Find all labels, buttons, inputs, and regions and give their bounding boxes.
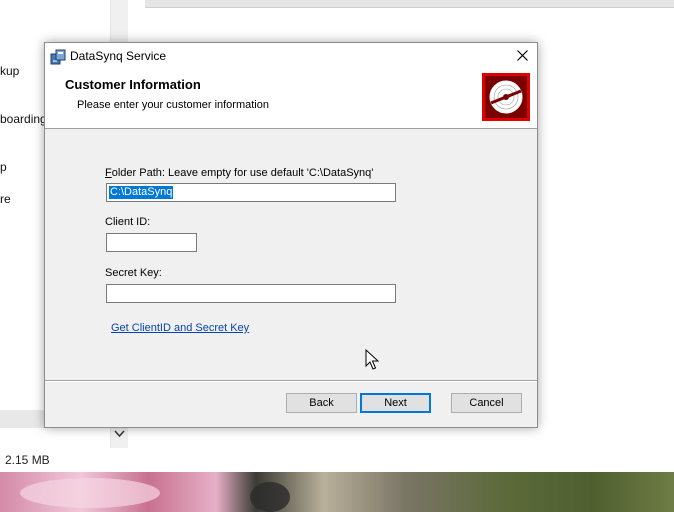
- accelerator-key: F: [105, 167, 112, 179]
- nav-item[interactable]: boarding: [0, 112, 47, 126]
- explorer-status-bar: 2.15 MB: [0, 448, 674, 472]
- cancel-button[interactable]: Cancel: [451, 393, 522, 413]
- installer-icon: [50, 48, 67, 65]
- page-title: Customer Information: [65, 77, 201, 92]
- nav-item[interactable]: kup: [0, 64, 19, 78]
- folder-path-value: C:\DataSynq: [109, 186, 174, 199]
- get-credentials-link[interactable]: Get ClientID and Secret Key: [111, 322, 249, 334]
- secret-key-input[interactable]: [106, 284, 396, 303]
- client-id-label: Client ID:: [105, 216, 151, 228]
- wallpaper-detail: [20, 478, 160, 508]
- footer-divider: [45, 380, 537, 382]
- explorer-file-row[interactable]: [145, 0, 674, 8]
- title-bar[interactable]: DataSynq Service: [45, 43, 537, 70]
- folder-path-input[interactable]: C:\DataSynq: [106, 183, 396, 202]
- folder-path-label-text: older Path: Leave empty for use default …: [111, 167, 374, 179]
- installer-dialog: DataSynq Service Customer Information Pl…: [44, 42, 538, 428]
- chevron-down-icon[interactable]: [114, 429, 125, 441]
- secret-key-label: Secret Key:: [105, 267, 162, 279]
- back-button[interactable]: Back: [286, 393, 357, 413]
- window-title: DataSynq Service: [70, 49, 167, 63]
- client-id-input[interactable]: [106, 233, 197, 252]
- disc-logo-icon: [482, 73, 530, 121]
- close-icon: [516, 49, 528, 64]
- mouse-cursor-icon: [365, 348, 380, 371]
- close-button[interactable]: [507, 43, 537, 70]
- dialog-header: Customer Information Please enter your c…: [45, 70, 537, 129]
- page-subtitle: Please enter your customer information: [77, 99, 269, 111]
- desktop-wallpaper: [0, 472, 674, 512]
- wallpaper-detail: [250, 482, 290, 512]
- next-button[interactable]: Next: [360, 393, 431, 413]
- status-size: 2.15 MB: [5, 453, 50, 467]
- folder-path-label: Folder Path: Leave empty for use default…: [105, 167, 373, 179]
- nav-item[interactable]: re: [0, 192, 11, 206]
- nav-item[interactable]: p: [0, 160, 7, 174]
